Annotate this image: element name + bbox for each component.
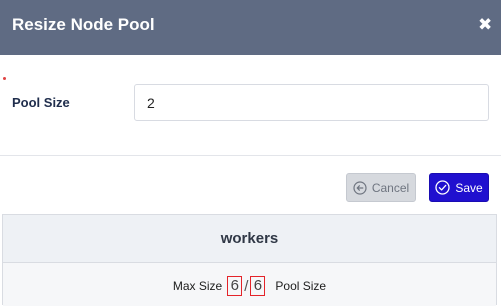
divider [0,155,501,156]
max-size-value: 6 [227,276,243,296]
dialog-header: Resize Node Pool ✖ [0,0,501,55]
current-pool-size-value: 6 [250,276,266,296]
check-circle-icon [435,180,450,195]
close-icon[interactable]: ✖ [478,16,492,34]
cancel-button[interactable]: Cancel [346,173,416,202]
save-button[interactable]: Save [429,173,489,202]
node-pool-body: Max Size 6 / 6 Pool Size [3,263,496,306]
max-size-label: Max Size [172,279,223,293]
size-separator: / [244,277,249,295]
pool-size-input[interactable] [134,84,489,121]
node-pool-card: workers Max Size 6 / 6 Pool Size [2,214,497,306]
pool-size-summary: Max Size 6 / 6 Pool Size [3,275,496,297]
dialog-title: Resize Node Pool [12,15,155,34]
cancel-button-label: Cancel [371,180,410,195]
node-pool-name: workers [220,230,279,247]
current-pool-size-label: Pool Size [275,279,327,293]
save-button-label: Save [455,180,483,195]
pool-size-label: Pool Size [12,95,70,110]
arrow-left-circle-icon [353,180,367,195]
required-indicator [3,77,6,80]
node-pool-header: workers [3,215,496,263]
